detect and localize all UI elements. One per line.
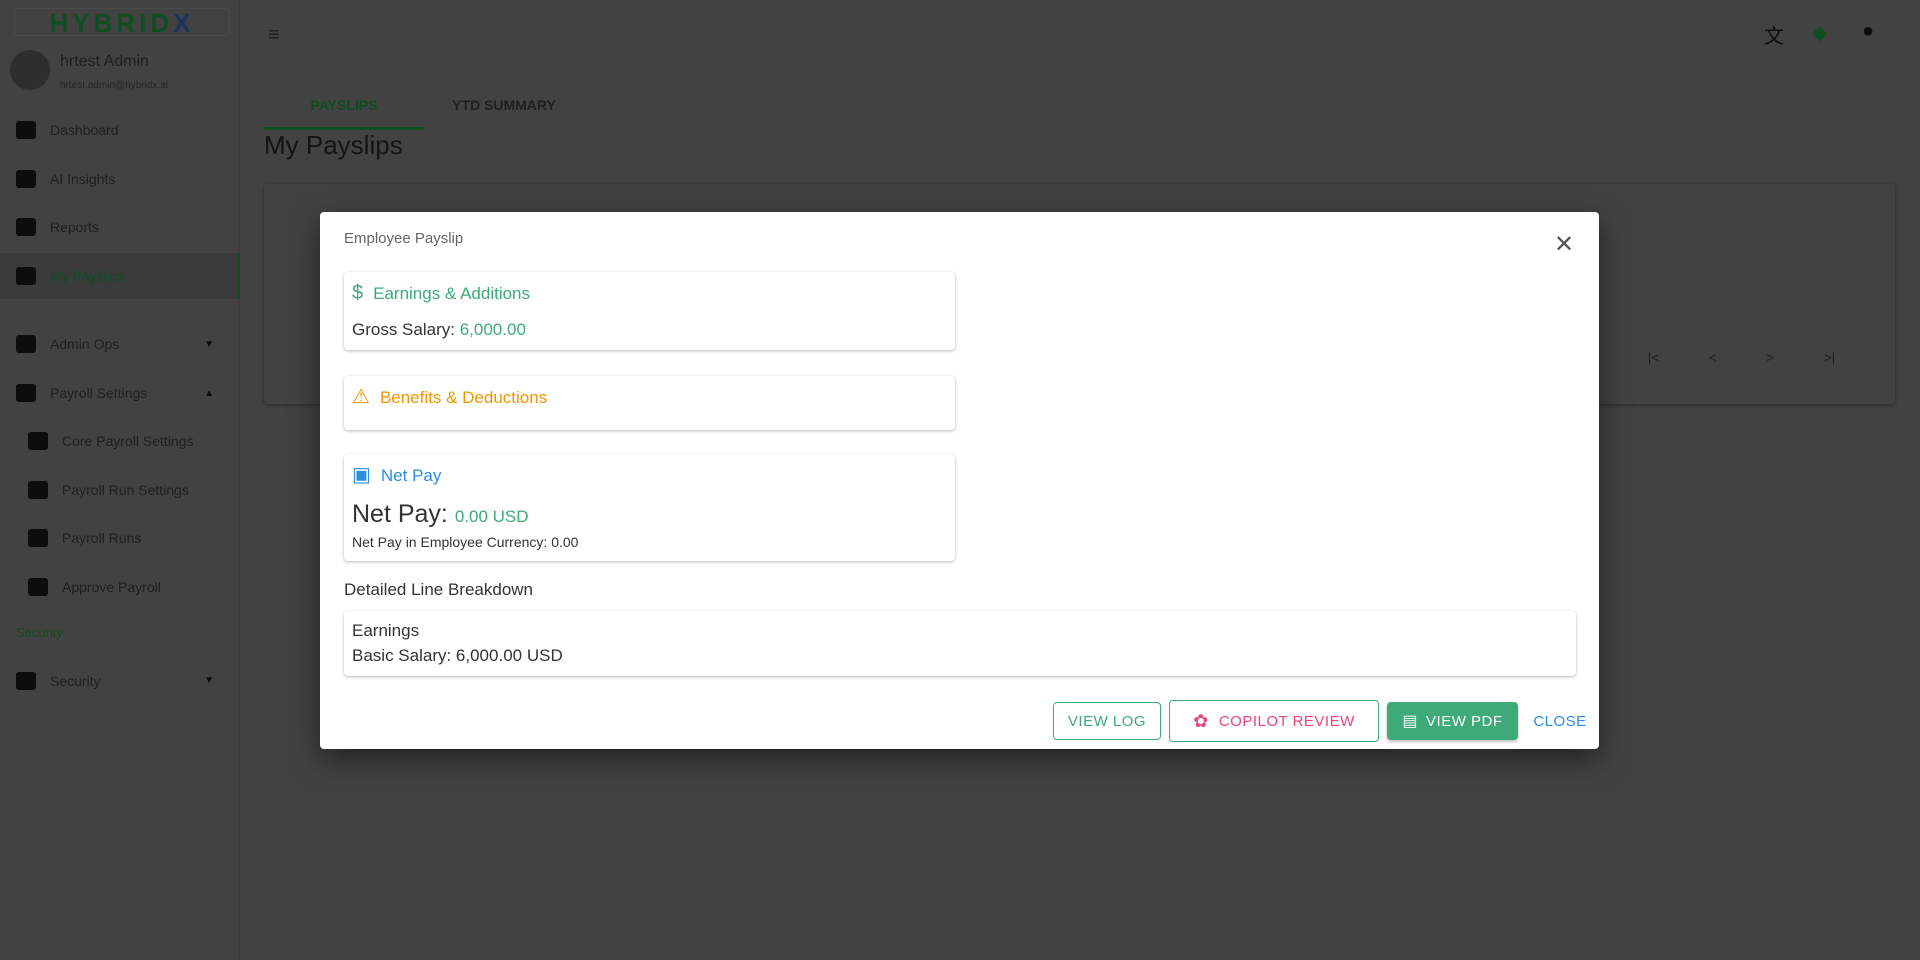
- close-button[interactable]: CLOSE: [1530, 702, 1590, 740]
- gear-icon: [28, 431, 48, 450]
- sidebar-item-my-payslips[interactable]: My Payslips: [0, 252, 240, 299]
- sidebar-item-dashboard[interactable]: Dashboard: [0, 107, 240, 153]
- net-pay-value: 0.00 USD: [454, 507, 529, 526]
- cash-icon: ▣: [352, 464, 371, 486]
- sidebar-item-payroll-settings[interactable]: Payroll Settings ▲: [0, 370, 240, 416]
- security-icon: [16, 671, 36, 690]
- net-pay-employee-currency: Net Pay in Employee Currency: 0.00: [352, 534, 579, 550]
- copilot-icon: ✿: [1193, 710, 1209, 731]
- chevron-icon: ▲: [204, 387, 214, 399]
- sidebar-item-payroll-runs[interactable]: Payroll Runs: [0, 515, 240, 561]
- account-icon[interactable]: ●: [1862, 20, 1874, 43]
- payslip-dialog: Employee Payslip ✕ $ Earnings & Addition…: [320, 212, 1599, 749]
- breakdown-card: Earnings Basic Salary: 6,000.00 USD: [344, 611, 1576, 676]
- chevron-icon: ▼: [204, 338, 214, 350]
- tab-payslips[interactable]: PAYSLIPS: [264, 90, 424, 130]
- next-page-button[interactable]: >: [1766, 350, 1774, 365]
- net-pay-title: Net Pay: [380, 466, 442, 485]
- breakdown-line: Basic Salary: 6,000.00 USD: [352, 646, 563, 665]
- pdf-icon: ▤: [1402, 713, 1419, 730]
- view-pdf-button[interactable]: ▤ VIEW PDF: [1387, 702, 1518, 740]
- sidebar-item-label: Security: [50, 672, 101, 689]
- sidebar-item-payroll-run-settings[interactable]: Payroll Run Settings: [0, 467, 240, 513]
- sidebar-item-label: Core Payroll Settings: [62, 432, 194, 449]
- dialog-title: Employee Payslip: [344, 230, 464, 247]
- sidebar-item-label: Reports: [50, 218, 100, 235]
- sidebar-item-ai-insights[interactable]: AI Insights: [0, 156, 240, 202]
- gross-salary: Gross Salary: 6,000.00: [352, 320, 526, 339]
- sidebar-item-label: AI Insights: [50, 170, 116, 187]
- gross-salary-value: 6,000.00: [459, 320, 526, 339]
- sidebar-item-label: My Payslips: [50, 267, 125, 284]
- avatar[interactable]: [10, 50, 50, 90]
- sidebar-item-label: Approve Payroll: [62, 578, 161, 595]
- view-log-button[interactable]: VIEW LOG: [1053, 702, 1161, 740]
- sidebar-item-label: Payroll Settings: [50, 385, 148, 402]
- reports-icon: [16, 217, 36, 236]
- close-icon[interactable]: ✕: [1554, 230, 1574, 259]
- bank-icon: [16, 384, 36, 403]
- sidebar-item-label: Payroll Run Settings: [62, 481, 189, 498]
- net-pay: Net Pay: 0.00 USD: [352, 500, 529, 528]
- breakdown-title: Detailed Line Breakdown: [344, 580, 534, 599]
- warning-icon: ⚠: [352, 386, 370, 408]
- sidebar-item-approve-payroll[interactable]: Approve Payroll: [0, 564, 240, 610]
- benefits-title: Benefits & Deductions: [379, 388, 548, 407]
- user-approve-icon: [28, 577, 48, 596]
- last-page-button[interactable]: >|: [1824, 350, 1835, 365]
- earnings-header: $ Earnings & Additions: [352, 282, 530, 304]
- chevron-icon: ▼: [204, 675, 214, 687]
- earnings-card: $ Earnings & Additions Gross Salary: 6,0…: [344, 272, 955, 350]
- tabs: PAYSLIPS YTD SUMMARY: [264, 90, 584, 130]
- benefits-card: ⚠ Benefits & Deductions: [344, 376, 955, 430]
- prev-page-button[interactable]: <: [1709, 350, 1717, 365]
- net-pay-card: ▣ Net Pay Net Pay: 0.00 USD Net Pay in E…: [344, 454, 955, 561]
- sidebar-item-label: Admin Ops: [50, 336, 120, 353]
- sidebar-item-reports[interactable]: Reports: [0, 204, 240, 250]
- sidebar-item-security[interactable]: Security ▼: [0, 658, 240, 704]
- trending-icon: [16, 169, 36, 188]
- copilot-review-button[interactable]: ✿ COPILOT REVIEW: [1169, 700, 1379, 742]
- earnings-title: Earnings & Additions: [373, 284, 531, 303]
- benefits-header: ⚠ Benefits & Deductions: [352, 386, 547, 408]
- translate-icon[interactable]: 文: [1764, 20, 1784, 49]
- gear-icon: [16, 335, 36, 354]
- diamond-icon[interactable]: ◆: [1812, 20, 1827, 45]
- net-pay-header: ▣ Net Pay: [352, 464, 441, 486]
- breakdown-section: Earnings: [352, 621, 420, 640]
- payslip-icon: [16, 266, 36, 285]
- tab-ytd-summary[interactable]: YTD SUMMARY: [424, 90, 584, 130]
- sidebar-item-label: Payroll Runs: [62, 529, 142, 546]
- menu-icon[interactable]: ≡: [268, 24, 280, 47]
- dollar-icon: $: [352, 282, 364, 304]
- dashboard-icon: [16, 120, 36, 139]
- keyboard-icon: [28, 480, 48, 499]
- money-icon: [28, 528, 48, 547]
- sidebar-item-label: Dashboard: [50, 121, 119, 138]
- sidebar-item-admin-ops[interactable]: Admin Ops ▼: [0, 321, 240, 367]
- first-page-button[interactable]: |<: [1648, 350, 1659, 365]
- sidebar-item-core-payroll-settings[interactable]: Core Payroll Settings: [0, 418, 240, 464]
